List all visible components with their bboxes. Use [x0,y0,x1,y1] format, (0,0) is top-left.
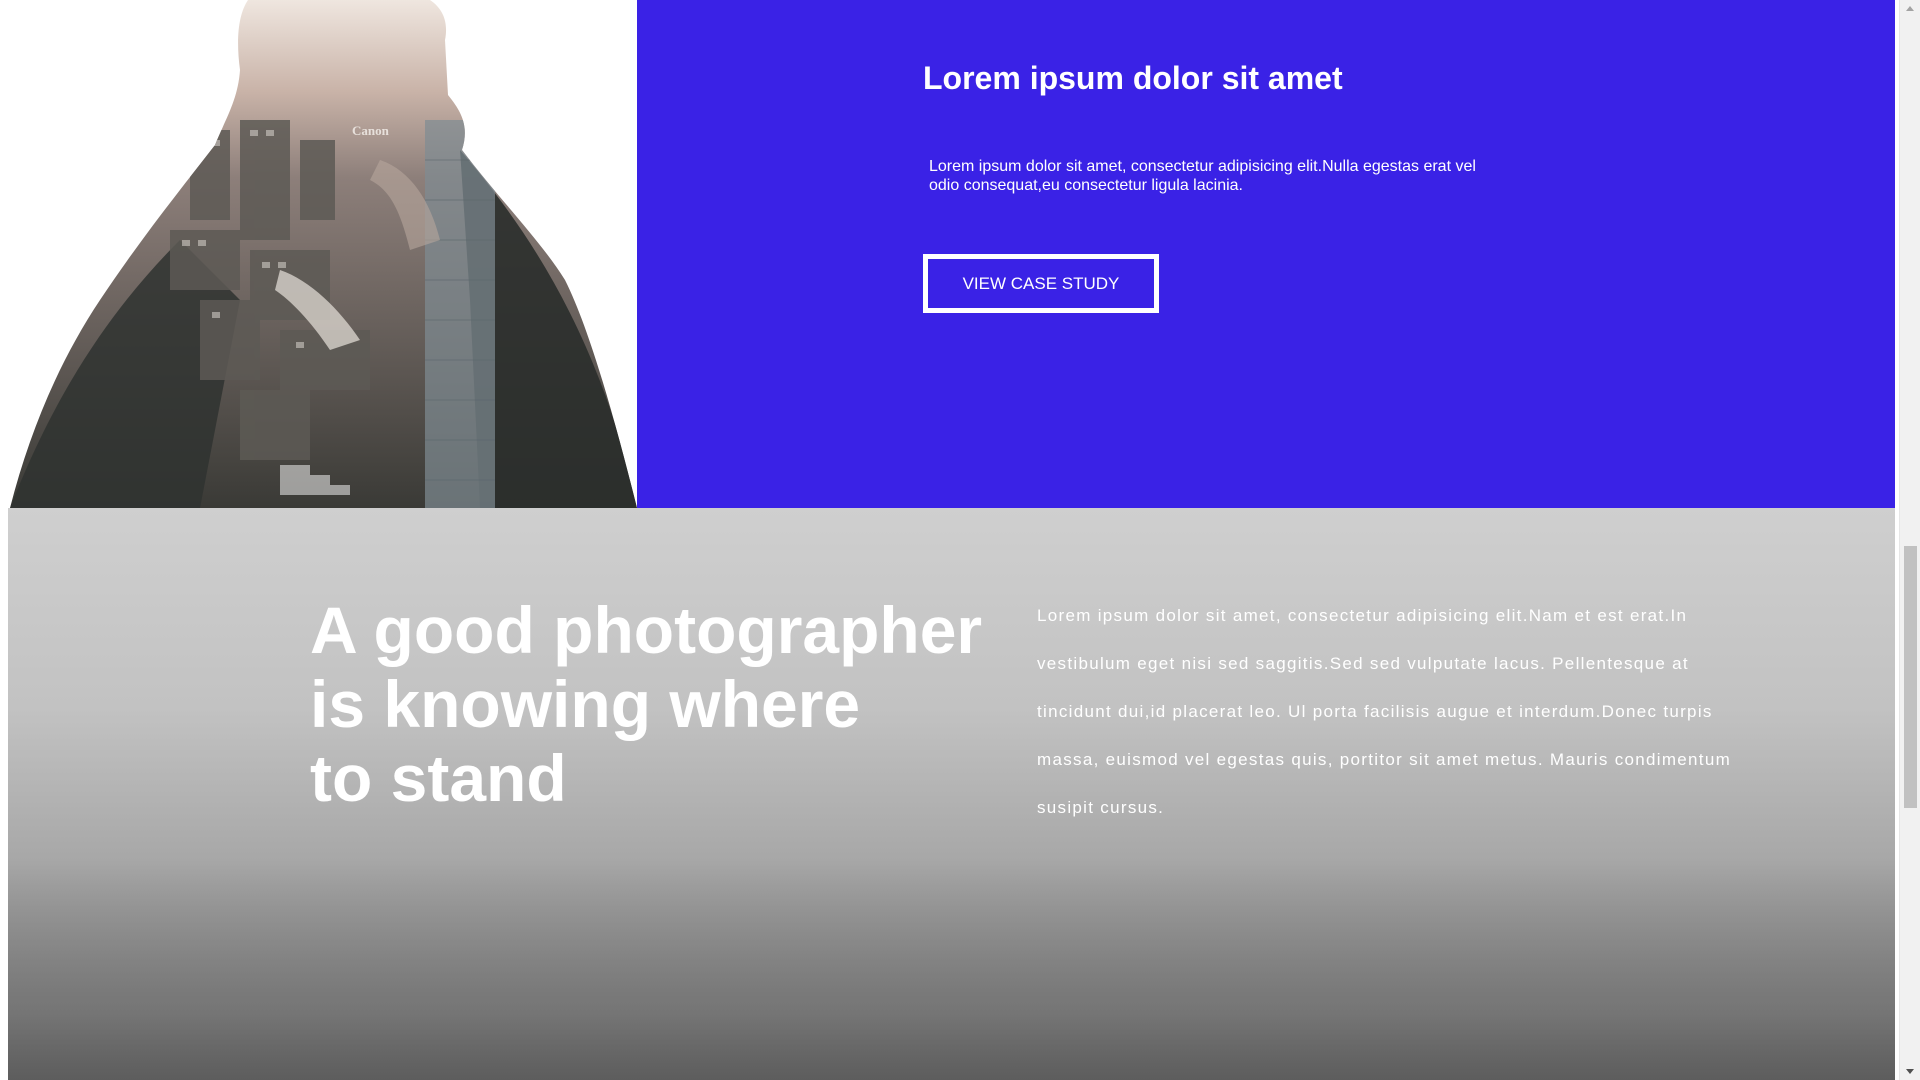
quote-heading-line: is knowing where [310,667,861,741]
fog-background [8,860,1895,1080]
double-exposure-photographer-image: Canon [0,0,637,508]
case-study-title: Lorem ipsum dolor sit amet [923,60,1343,96]
camera-brand-text: Canon [352,123,390,138]
scroll-up-arrow-icon[interactable] [1906,6,1914,11]
view-case-study-button[interactable]: VIEW CASE STUDY [923,254,1159,313]
quote-section: A good photographer is knowing where to … [8,508,1895,1080]
quote-heading-line: to stand [310,741,567,815]
quote-heading-line: A good photographer [310,593,983,667]
scroll-down-arrow-icon[interactable] [1906,1069,1914,1074]
case-study-panel: Lorem ipsum dolor sit amet Lorem ipsum d… [637,0,1895,508]
vertical-scrollbar[interactable] [1899,0,1920,1080]
scrollbar-thumb[interactable] [1904,546,1917,808]
quote-paragraph: Lorem ipsum dolor sit amet, consectetur … [1037,606,1732,817]
photographer-photo: Canon [0,0,637,508]
case-study-section: Canon Lorem ipsum dolor sit amet Lorem i… [0,0,1895,508]
case-study-text: Lorem ipsum dolor sit amet, consectetur … [929,158,1476,194]
page: Canon Lorem ipsum dolor sit amet Lorem i… [0,0,1920,1080]
quote-heading: A good photographer is knowing where to … [310,593,1010,815]
